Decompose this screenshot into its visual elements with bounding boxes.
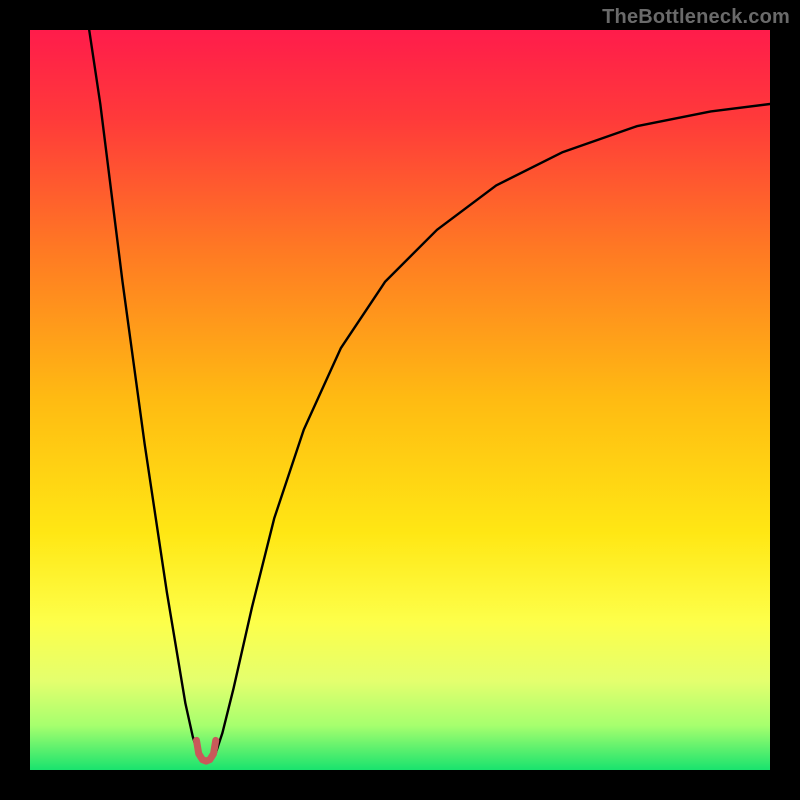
- chart-background: [30, 30, 770, 770]
- chart-frame: TheBottleneck.com: [0, 0, 800, 800]
- watermark-label: TheBottleneck.com: [602, 6, 790, 29]
- chart-svg: [30, 30, 770, 770]
- chart-plot-area: [30, 30, 770, 770]
